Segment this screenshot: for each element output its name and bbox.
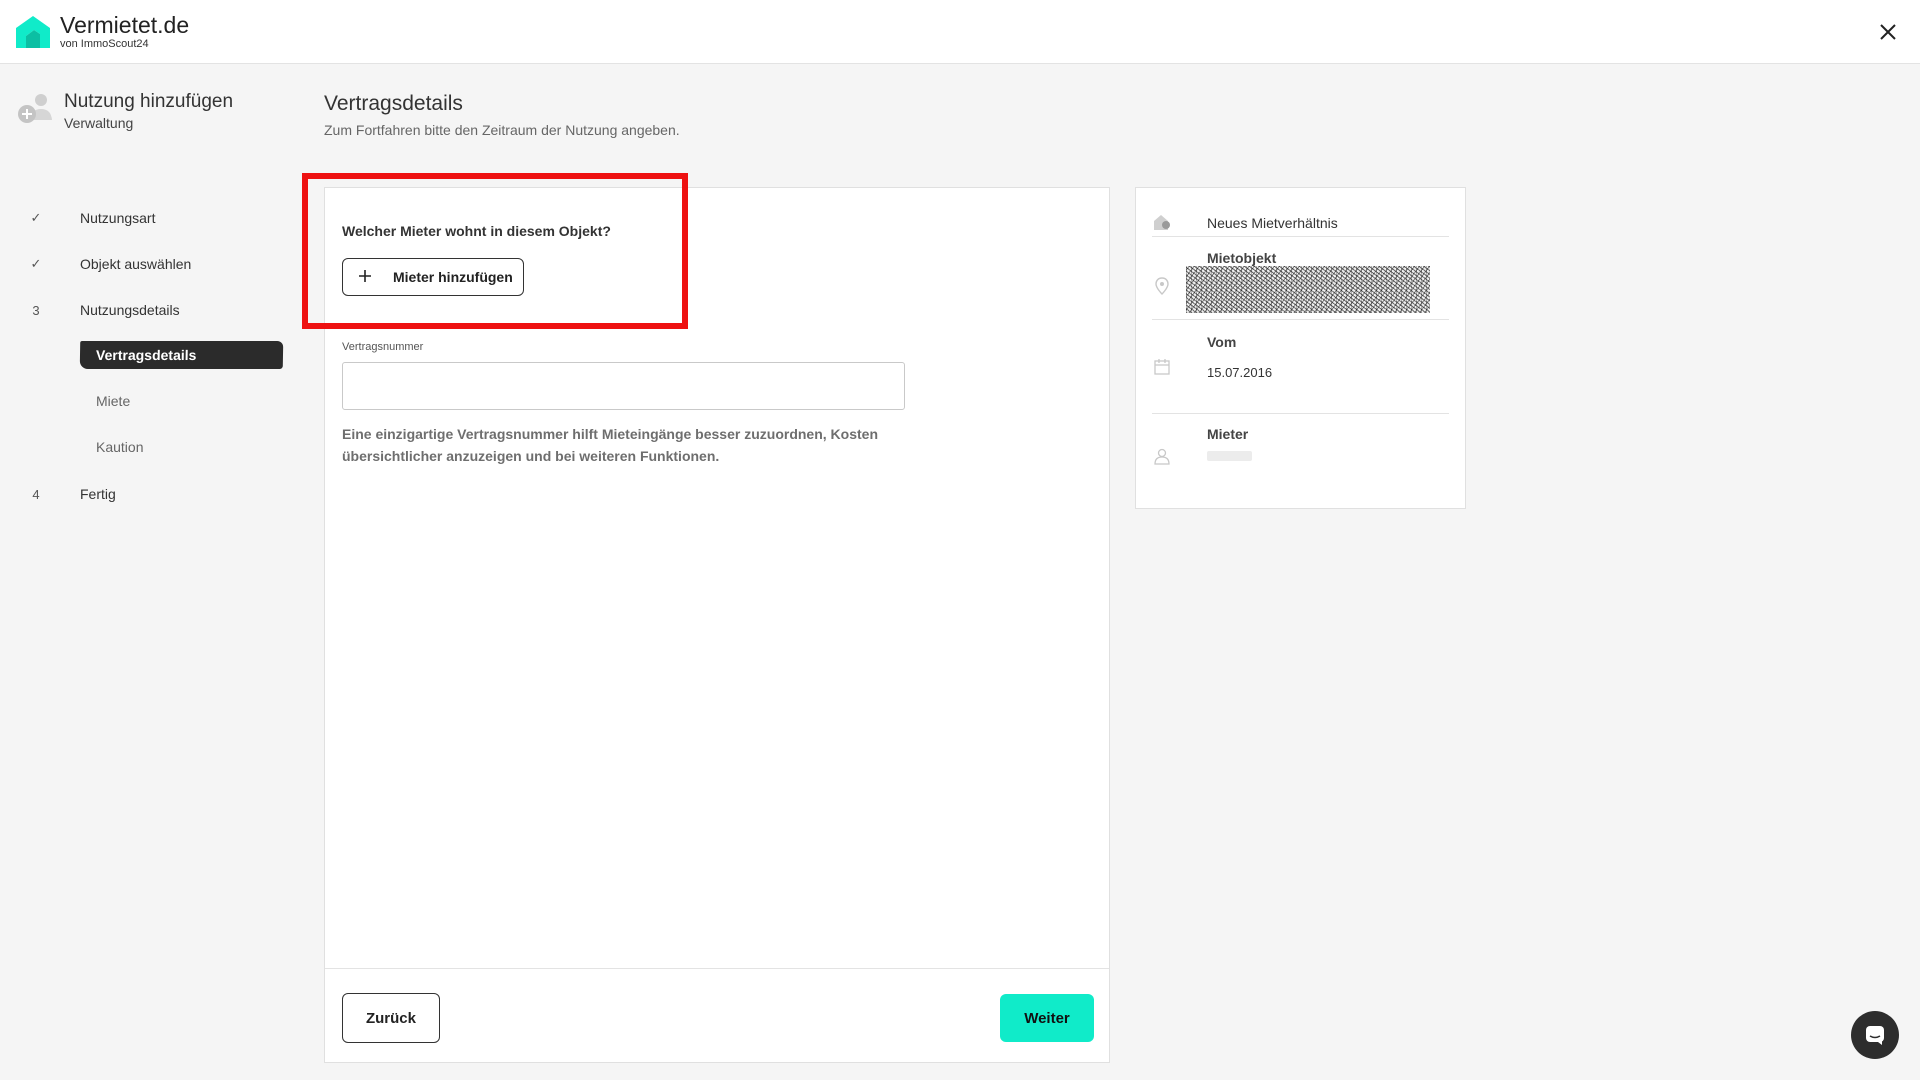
chat-launcher-button[interactable]	[1851, 1011, 1899, 1059]
substep-miete[interactable]: Miete	[96, 386, 130, 416]
step-label: Nutzungsart	[80, 210, 156, 226]
checkmark-icon: ✓	[30, 210, 42, 225]
substep-vertragsdetails[interactable]: Vertragsdetails	[79, 341, 284, 369]
page-subtitle: Zum Fortfahren bitte den Zeitraum der Nu…	[324, 122, 680, 138]
from-value: 15.07.2016	[1207, 365, 1273, 380]
checkmark-icon: ✓	[30, 256, 42, 271]
tenant-question: Welcher Mieter wohnt in diesem Objekt?	[342, 223, 611, 239]
location-pin-icon	[1155, 277, 1169, 295]
brand-name: Vermietet.de	[60, 12, 190, 38]
person-icon	[1154, 448, 1170, 465]
sidebar-title: Nutzung hinzufügen	[64, 91, 234, 112]
contract-form-card: Welcher Mieter wohnt in diesem Objekt? M…	[324, 187, 1110, 1063]
step-fertig[interactable]: 4 Fertig	[0, 479, 300, 509]
rental-object-label: Mietobjekt	[1207, 250, 1277, 266]
step-label: Objekt auswählen	[80, 256, 192, 272]
step-nutzungsdetails[interactable]: 3 Nutzungsdetails	[0, 295, 300, 325]
brand-logo[interactable]: Vermietet.de von ImmoScout24	[14, 12, 189, 51]
summary-from-date: Vom 15.07.2016	[1152, 334, 1449, 404]
summary-divider	[1152, 413, 1449, 414]
summary-tenant: Mieter	[1152, 426, 1449, 496]
step-label: Nutzungsdetails	[80, 302, 180, 318]
step-number: 3	[32, 302, 40, 318]
sidebar-subtitle: Verwaltung	[64, 115, 134, 131]
brand-subtitle: von ImmoScout24	[60, 38, 149, 50]
close-icon[interactable]	[1876, 20, 1900, 44]
add-tenant-button[interactable]: Mieter hinzufügen	[342, 258, 524, 296]
contract-number-hint: Eine einzigartige Vertragsnummer hilft M…	[342, 426, 878, 464]
plus-icon	[359, 270, 371, 282]
summary-card: Neues Mietverhältnis Mietobjekt Vom 15.0…	[1135, 187, 1466, 509]
sidebar-header: Nutzung hinzufügen Verwaltung	[16, 90, 233, 132]
next-button[interactable]: Weiter	[1000, 994, 1094, 1042]
house-logo-icon	[16, 16, 50, 48]
step-label: Fertig	[80, 486, 116, 502]
tenant-label: Mieter	[1207, 426, 1249, 442]
back-button[interactable]: Zurück	[342, 993, 440, 1043]
new-tenancy-label: Neues Mietverhältnis	[1207, 215, 1338, 231]
page-title: Vertragsdetails	[324, 92, 463, 115]
contract-number-label: Vertragsnummer	[342, 341, 424, 353]
chat-icon	[1866, 1026, 1884, 1045]
summary-divider	[1152, 236, 1449, 237]
summary-divider	[1152, 319, 1449, 320]
step-number: 4	[32, 486, 40, 502]
redacted-address	[1186, 266, 1430, 313]
house-person-icon	[1154, 215, 1170, 230]
contract-number-input[interactable]	[342, 362, 905, 410]
calendar-icon	[1154, 359, 1170, 375]
add-user-icon	[18, 94, 52, 123]
summary-new-tenancy: Neues Mietverhältnis	[1152, 208, 1449, 236]
substep-kaution[interactable]: Kaution	[96, 432, 143, 462]
add-tenant-label: Mieter hinzufügen	[393, 269, 513, 285]
step-nutzungsart[interactable]: ✓ Nutzungsart	[0, 203, 300, 233]
app-header: Vermietet.de von ImmoScout24	[0, 0, 1920, 64]
tenant-placeholder	[1207, 451, 1252, 461]
from-label: Vom	[1207, 334, 1237, 350]
step-objekt-auswaehlen[interactable]: ✓ Objekt auswählen	[0, 249, 300, 279]
footer-divider	[325, 968, 1109, 969]
